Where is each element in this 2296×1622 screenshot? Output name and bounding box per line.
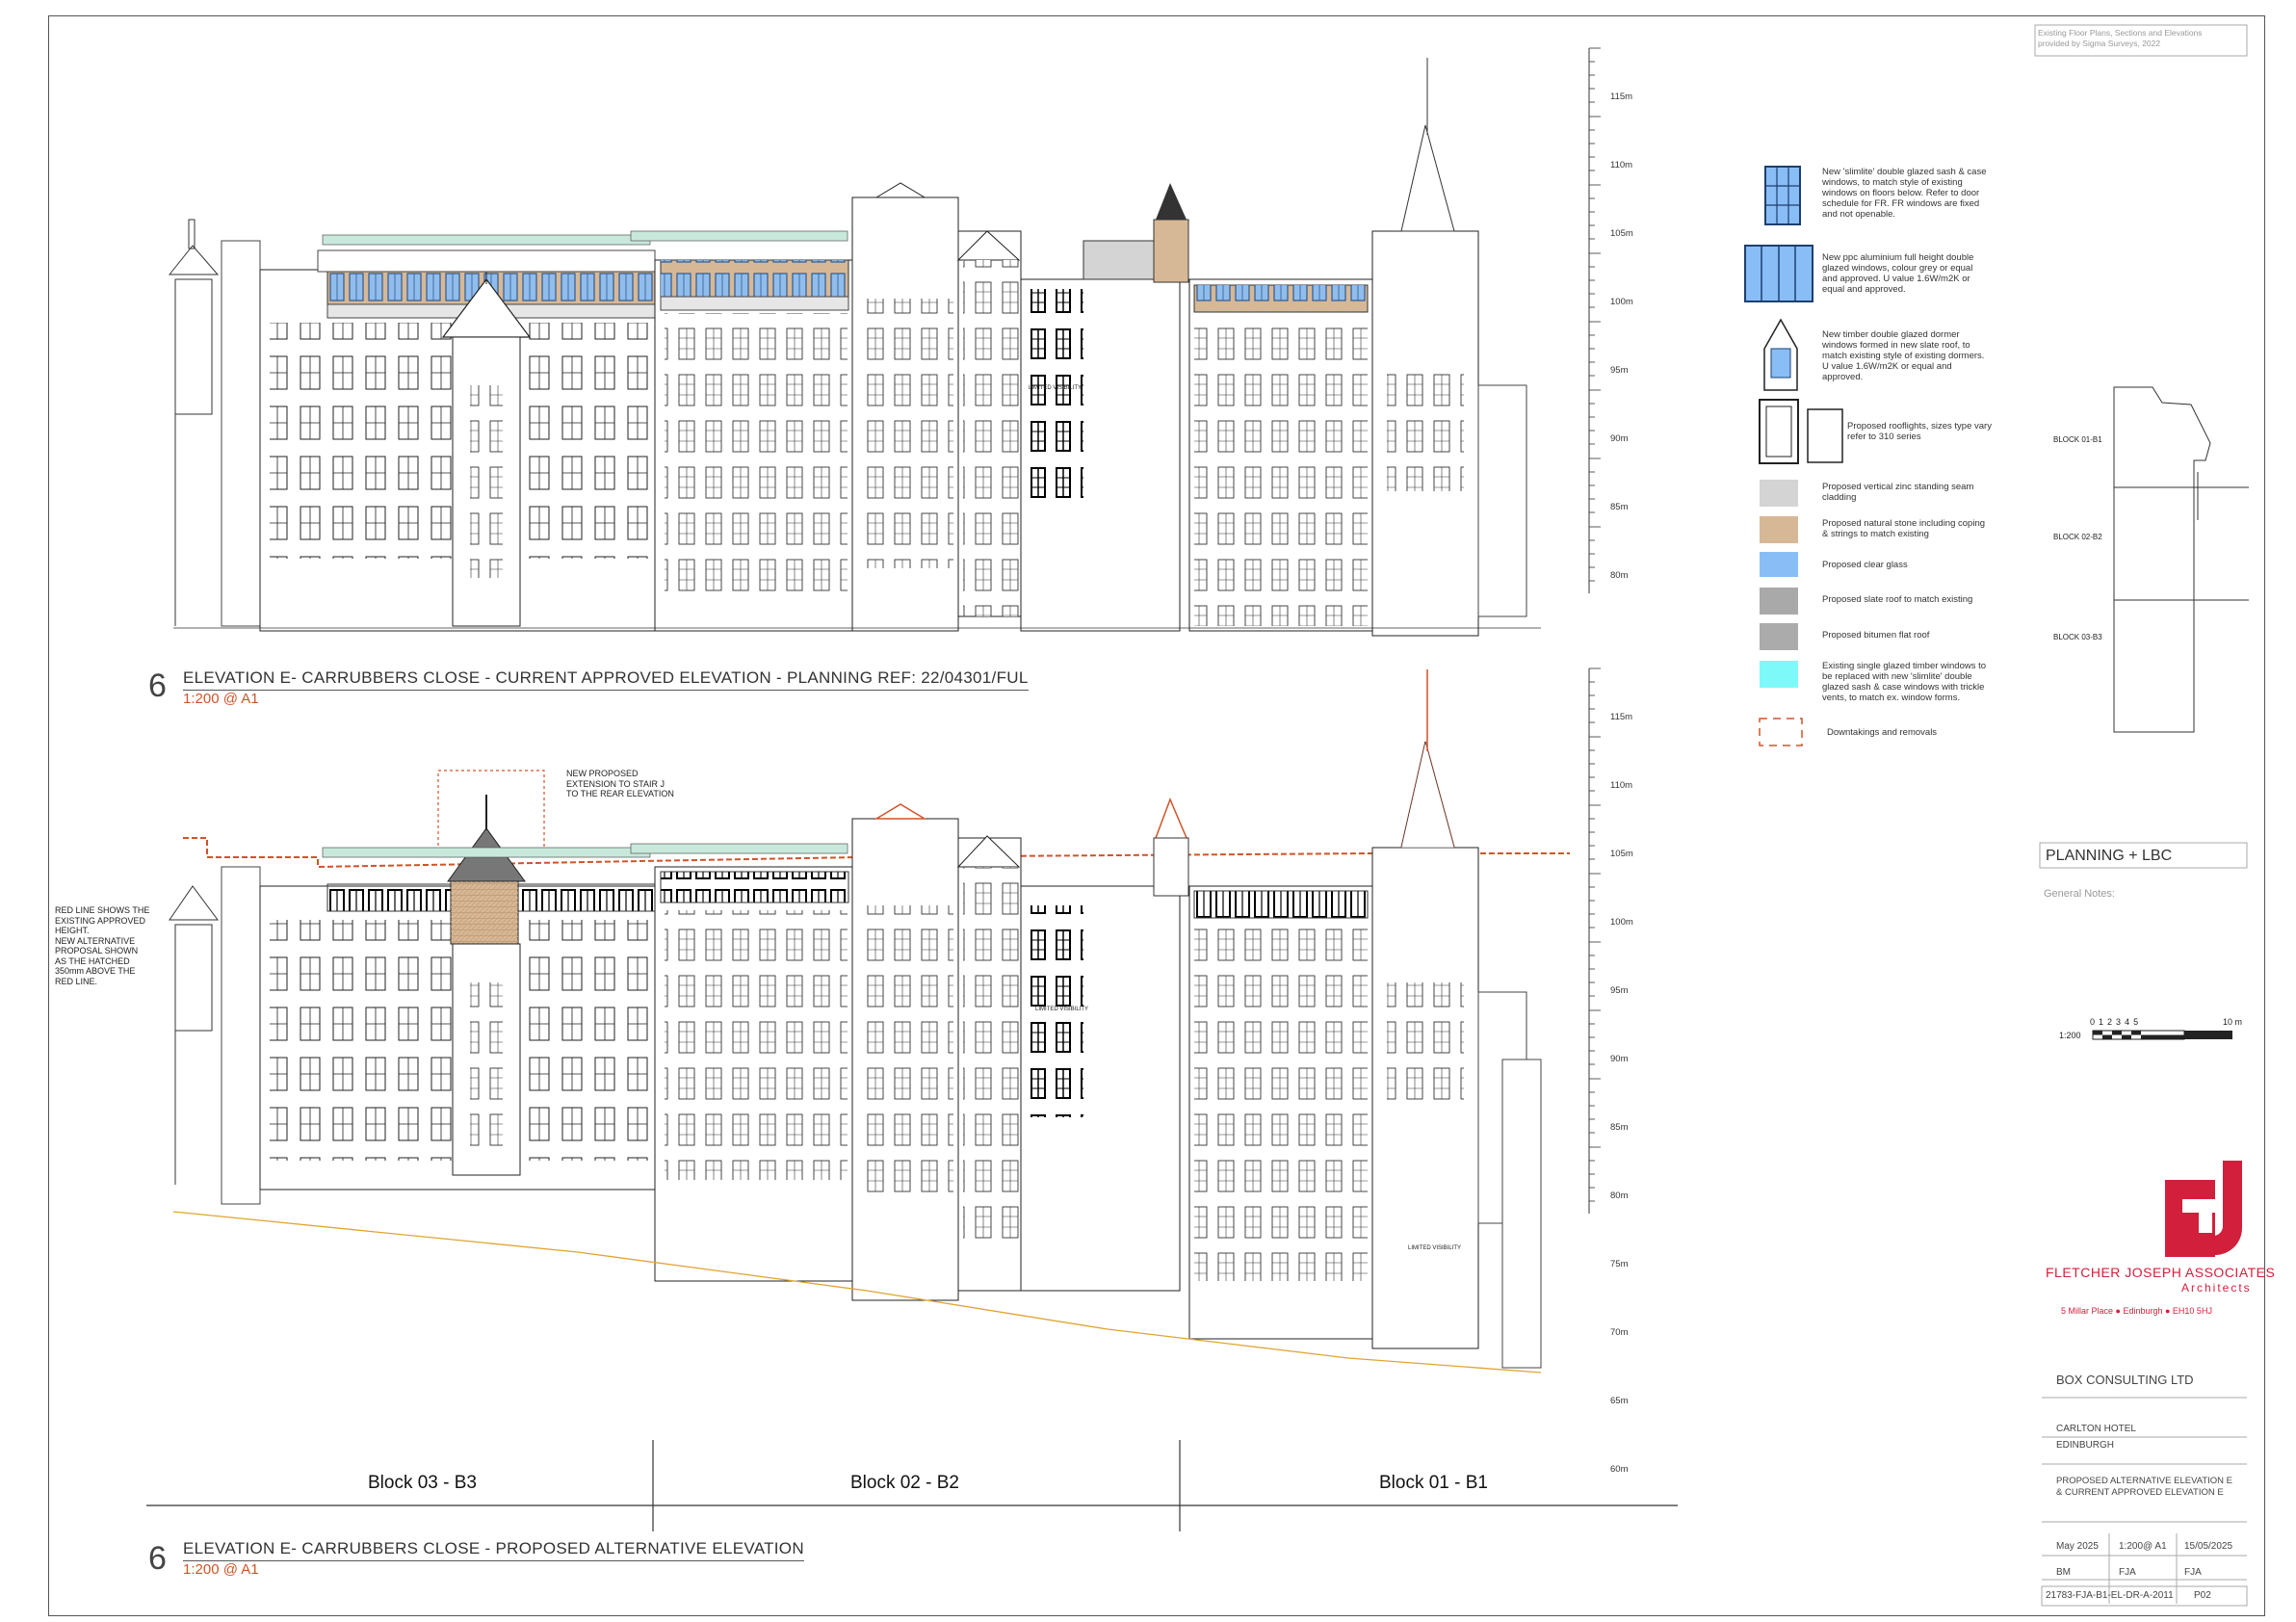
view-title-top: ELEVATION E- CARRUBBERS CLOSE - CURRENT … bbox=[183, 668, 1029, 691]
view-number-top: 6 bbox=[148, 667, 167, 704]
fja-logo-mark bbox=[2165, 1161, 2242, 1257]
legend-item: Proposed bitumen flat roof bbox=[1822, 630, 1930, 641]
elevation-drawings bbox=[146, 24, 2249, 1607]
legend-item: New ppc aluminium full height double glaz… bbox=[1822, 252, 1974, 295]
elevation-current-approved bbox=[168, 58, 1541, 637]
block-label-b2: Block 02 - B2 bbox=[850, 1473, 959, 1493]
client-name: BOX CONSULTING LTD bbox=[2056, 1373, 2194, 1387]
scale-bar-label: 1:200 bbox=[2059, 1031, 2081, 1040]
approved-by: FJA bbox=[2184, 1567, 2202, 1578]
elevation-proposed-alternative bbox=[169, 669, 1570, 1373]
general-notes-title: General Notes: bbox=[2044, 888, 2115, 900]
key-plan-label: BLOCK 02-B2 bbox=[2053, 533, 2102, 541]
legend-item: Proposed vertical zinc standing seam clad… bbox=[1822, 482, 1974, 503]
drawing-title: PROPOSED ALTERNATIVE ELEVATION E & CURREN… bbox=[2056, 1476, 2233, 1498]
scale-bar-ticks: 012345 bbox=[2090, 1017, 2143, 1027]
view-scale-top: 1:200 @ A1 bbox=[183, 691, 259, 707]
limited-visibility-note: LIMITED VISIBILITY bbox=[1408, 1245, 1462, 1251]
key-plan bbox=[2113, 386, 2249, 733]
legend-item: Existing single glazed timber windows to… bbox=[1822, 661, 1987, 703]
limited-visibility-note: LIMITED VISIBILITY bbox=[1035, 1007, 1089, 1012]
drawing-number: 21783-FJA-B1-EL-DR-A-2011 bbox=[2046, 1590, 2174, 1601]
key-plan-label: BLOCK 01-B1 bbox=[2053, 435, 2102, 444]
drawing-scale: 1:200@ A1 bbox=[2119, 1541, 2167, 1552]
status-badge: PLANNING + LBC bbox=[2046, 848, 2173, 864]
legend-item: Downtakings and removals bbox=[1827, 727, 1938, 738]
legend-item: New timber double glazed dormer windows f… bbox=[1822, 329, 1985, 382]
survey-note: Existing Floor Plans, Sections and Eleva… bbox=[2038, 28, 2203, 48]
revision: P02 bbox=[2194, 1590, 2211, 1601]
company-sub: Architects bbox=[2181, 1281, 2252, 1295]
scale-bar-end: 10 m bbox=[2223, 1017, 2243, 1027]
title-block-frame bbox=[2034, 24, 2248, 1607]
project-name: CARLTON HOTEL EDINBURGH bbox=[2056, 1424, 2136, 1451]
drawing-date: May 2025 bbox=[2056, 1541, 2099, 1552]
scale-bar bbox=[2092, 1030, 2232, 1040]
legend-item: Proposed slate roof to match existing bbox=[1822, 594, 1973, 605]
block-label-b1: Block 01 - B1 bbox=[1379, 1473, 1488, 1493]
legend-item: Proposed rooflights, sizes type vary refe… bbox=[1847, 421, 1992, 442]
new-proposed-note: NEW PROPOSED EXTENSION TO STAIR J TO THE R… bbox=[566, 769, 674, 798]
checked-by: FJA bbox=[2119, 1567, 2136, 1578]
drawn-by: BM bbox=[2056, 1567, 2071, 1578]
company-address: 5 Millar Place ● Edinburgh ● EH10 5HJ bbox=[2061, 1306, 2212, 1316]
legend-item: Proposed clear glass bbox=[1822, 560, 1908, 570]
limited-visibility-note: LIMITED VISIBILITY bbox=[1029, 385, 1083, 391]
view-number-bottom: 6 bbox=[148, 1540, 167, 1577]
block-label-b3: Block 03 - B3 bbox=[368, 1473, 477, 1493]
legend-item: Proposed natural stone including coping &… bbox=[1822, 518, 1986, 539]
legend-item: New 'slimlite' double glazed sash & case… bbox=[1822, 167, 1987, 220]
red-line-note: RED LINE SHOWS THE EXISTING APPROVED HEIGH… bbox=[55, 905, 150, 986]
key-plan-label: BLOCK 03-B3 bbox=[2053, 633, 2102, 641]
company-name: FLETCHER JOSEPH ASSOCIATES bbox=[2046, 1265, 2276, 1280]
view-scale-bottom: 1:200 @ A1 bbox=[183, 1561, 259, 1578]
last-revision: 15/05/2025 bbox=[2184, 1541, 2233, 1552]
view-title-bottom: ELEVATION E- CARRUBBERS CLOSE - PROPOSED… bbox=[183, 1539, 804, 1561]
